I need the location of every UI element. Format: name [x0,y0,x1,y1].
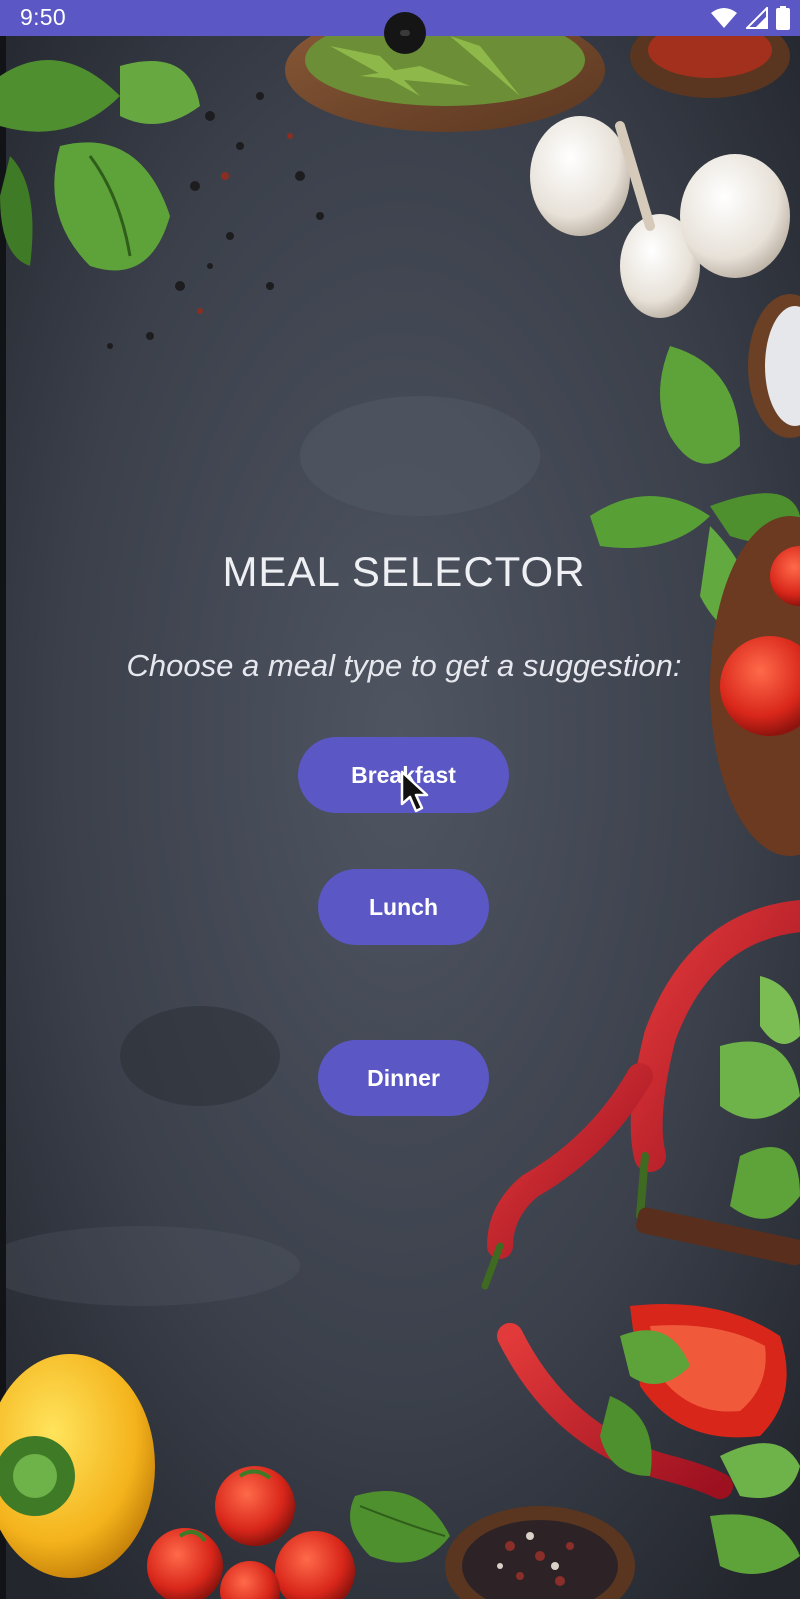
page-title: MEAL SELECTOR [222,548,586,595]
wifi-icon [710,7,738,29]
status-icons [710,6,790,30]
status-time: 9:50 [20,4,66,30]
phone-screen: 9:50 MEAL SELECTOR Choose a meal type to… [0,0,800,1599]
lunch-button[interactable]: Lunch [318,869,489,945]
page-subtitle: Choose a meal type to get a suggestion: [126,648,682,683]
mouse-cursor-icon [400,770,430,814]
front-camera-cutout [384,12,426,54]
cellular-signal-icon [746,7,768,29]
battery-icon [776,6,790,30]
dinner-button[interactable]: Dinner [318,1040,489,1116]
